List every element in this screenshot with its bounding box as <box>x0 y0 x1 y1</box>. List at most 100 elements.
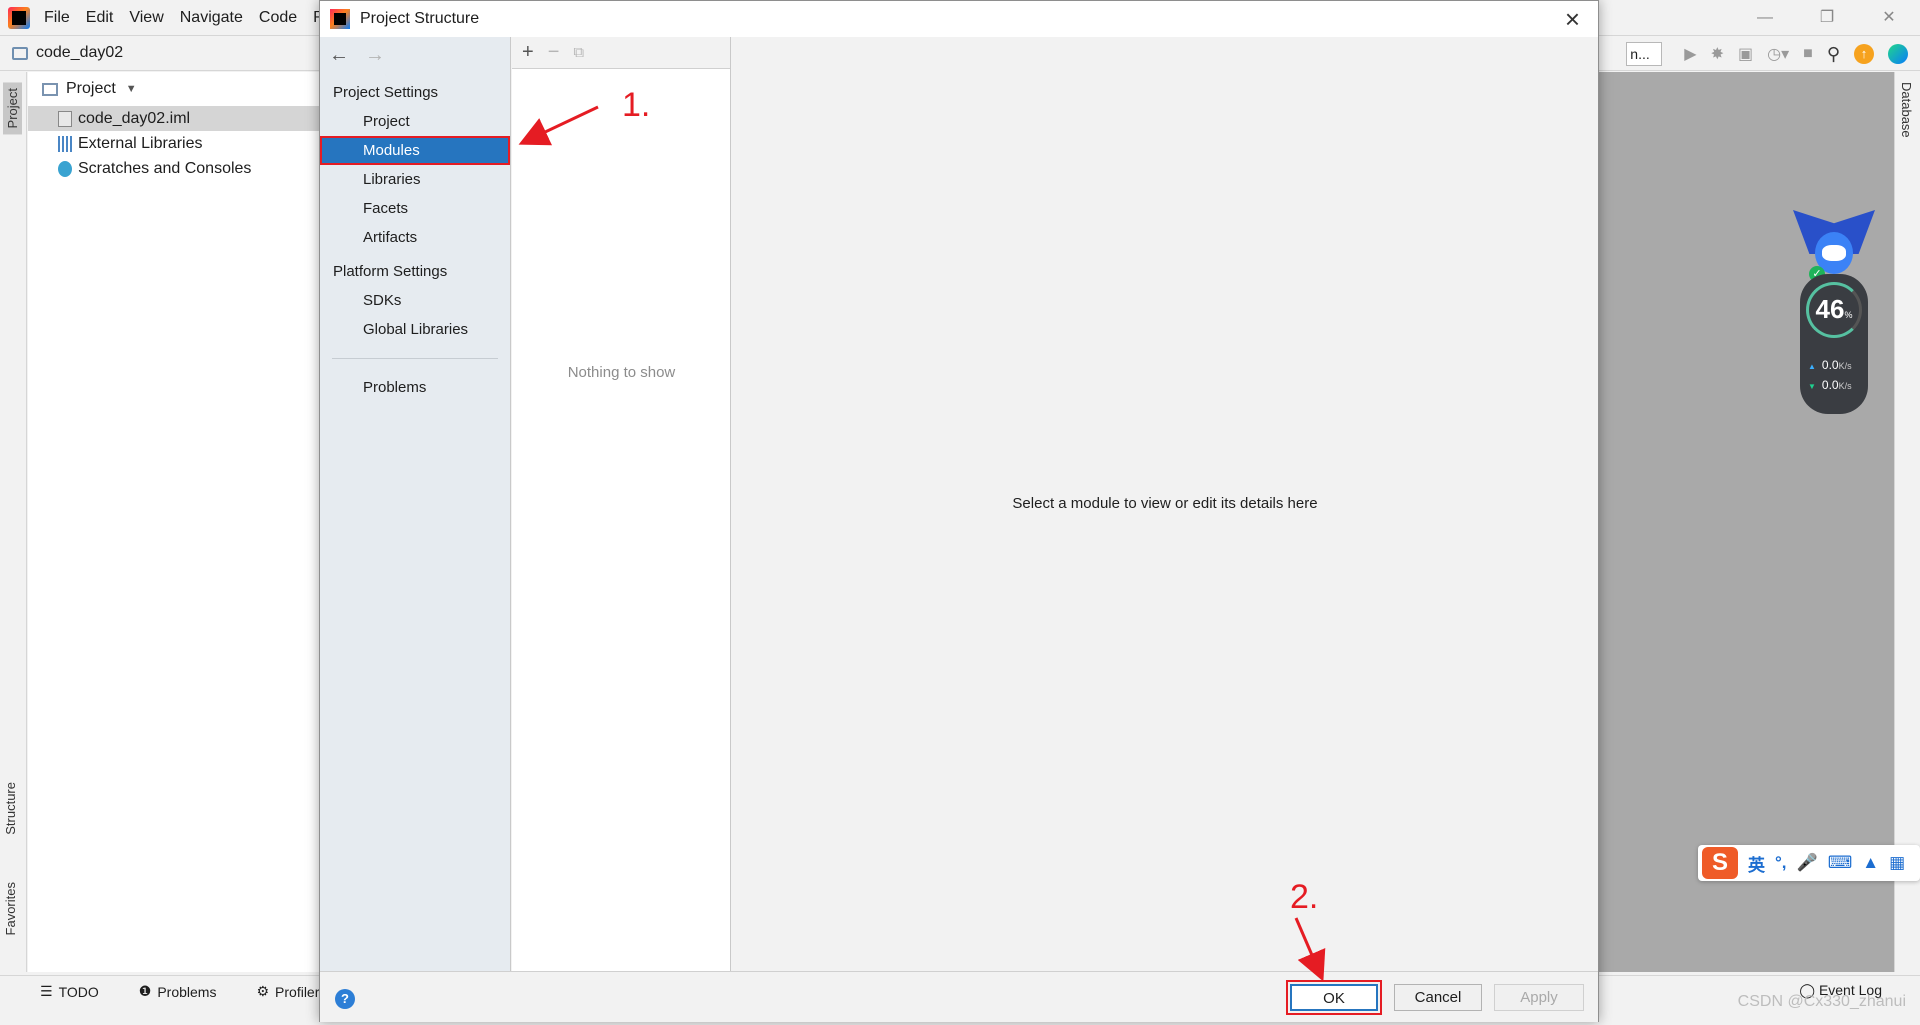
breadcrumb-project[interactable]: code_day02 <box>36 44 123 62</box>
search-icon[interactable]: ⚲ <box>1827 44 1840 65</box>
module-detail-panel: Select a module to view or edit its deta… <box>732 37 1598 971</box>
apply-button[interactable]: Apply <box>1494 984 1584 1011</box>
project-tool-window: Project ▼ code_day02.iml External Librar… <box>28 72 320 972</box>
nav-item-libraries[interactable]: Libraries <box>320 165 510 194</box>
run-config-selector[interactable]: n... <box>1626 42 1663 66</box>
editor-area <box>1598 72 1894 972</box>
module-file-icon <box>58 110 72 127</box>
toolbox-grid-icon[interactable]: ▦ <box>1889 853 1905 873</box>
mascot-icon: ✓ <box>1793 210 1875 282</box>
profile-icon[interactable]: ◷▾ <box>1767 44 1789 64</box>
speed-unit: K/s <box>1838 361 1852 371</box>
usage-percent-unit: % <box>1844 310 1853 320</box>
usage-percent: 46 <box>1815 294 1845 324</box>
list-icon: ☰ <box>40 983 53 999</box>
restore-icon[interactable]: ❐ <box>1796 0 1858 35</box>
scratches-icon <box>58 160 72 177</box>
remove-icon[interactable]: − <box>548 41 560 64</box>
toolbox-icon[interactable] <box>1888 44 1908 64</box>
ok-button[interactable]: OK <box>1286 980 1382 1015</box>
skin-icon[interactable]: ▲ <box>1862 853 1879 873</box>
menu-file[interactable]: File <box>44 9 70 27</box>
settings-nav: ← → Project Settings Project Modules Lib… <box>320 37 511 971</box>
nav-item-global-libraries[interactable]: Global Libraries <box>320 315 510 344</box>
dialog-footer: ? OK Cancel Apply <box>320 971 1598 1022</box>
tree-item-label: Scratches and Consoles <box>78 159 252 177</box>
arrow-left-icon[interactable]: ← <box>329 44 349 67</box>
ime-toolbar: S 英 °, 🎤 ⌨ ▲ ▦ <box>1698 845 1920 881</box>
close-icon[interactable]: × <box>1565 4 1580 34</box>
speed-unit: K/s <box>1838 381 1852 391</box>
main-toolbar: n... ▶ ✸ ▣ ◷▾ ■ ⚲ ↑ <box>1626 36 1920 72</box>
minimize-icon[interactable]: — <box>1734 0 1796 35</box>
update-icon[interactable]: ↑ <box>1854 44 1874 64</box>
project-view-icon <box>42 82 58 96</box>
download-speed: ▼ 0.0K/s <box>1808 378 1852 392</box>
nav-header-platform-settings: Platform Settings <box>333 263 448 280</box>
menu-code[interactable]: Code <box>259 9 297 27</box>
nav-history: ← → <box>320 37 510 73</box>
arrow-right-icon[interactable]: → <box>365 44 385 67</box>
tree-item-label: code_day02.iml <box>78 109 191 127</box>
tree-item-scratches[interactable]: Scratches and Consoles <box>28 156 320 181</box>
help-icon[interactable]: ? <box>335 989 355 1009</box>
gauge-ring: 46% <box>1806 282 1862 338</box>
nav-item-project[interactable]: Project <box>320 107 510 136</box>
ime-language-toggle[interactable]: 英 <box>1748 851 1765 876</box>
menu-navigate[interactable]: Navigate <box>180 9 243 27</box>
cancel-button[interactable]: Cancel <box>1394 984 1482 1011</box>
microphone-icon[interactable]: 🎤 <box>1797 853 1818 873</box>
profiler-icon: ⚙ <box>256 983 270 999</box>
nav-item-modules[interactable]: Modules <box>320 136 510 165</box>
detail-placeholder-text: Select a module to view or edit its deta… <box>1012 495 1318 512</box>
nav-item-sdks[interactable]: SDKs <box>320 286 510 315</box>
chevron-down-icon: ▼ <box>125 83 137 95</box>
upload-arrow-icon: ▲ <box>1808 362 1816 371</box>
tool-tab-label: Problems <box>157 983 217 1000</box>
network-monitor-widget[interactable]: ✓ 46% ▲ 0.0K/s ▼ 0.0K/s <box>1793 210 1875 414</box>
nav-item-artifacts[interactable]: Artifacts <box>320 223 510 252</box>
tool-tab-favorites[interactable]: Favorites <box>3 882 18 935</box>
punctuation-icon[interactable]: °, <box>1775 853 1787 873</box>
module-list-empty-text: Nothing to show <box>567 364 676 381</box>
add-icon[interactable]: + <box>522 41 534 64</box>
copy-icon[interactable]: ⧉ <box>573 44 584 61</box>
module-list-toolbar: + − ⧉ <box>512 37 730 69</box>
annotation-step-2: 2. <box>1290 878 1319 916</box>
tool-tab-label: TODO <box>58 983 99 1000</box>
run-icon[interactable]: ▶ <box>1684 44 1696 64</box>
tool-tab-database[interactable]: Database <box>1899 82 1914 138</box>
close-window-icon[interactable]: ✕ <box>1858 0 1920 35</box>
upload-speed: ▲ 0.0K/s <box>1808 358 1852 372</box>
tree-item-iml[interactable]: code_day02.iml <box>28 106 320 131</box>
sogou-logo-icon[interactable]: S <box>1702 847 1738 879</box>
nav-header-project-settings: Project Settings <box>333 84 439 101</box>
stop-icon[interactable]: ■ <box>1803 45 1813 63</box>
dialog-title: Project Structure <box>360 10 480 27</box>
project-view-selector[interactable]: Project ▼ <box>28 72 320 106</box>
coverage-icon[interactable]: ▣ <box>1738 44 1753 64</box>
keyboard-icon[interactable]: ⌨ <box>1828 853 1853 873</box>
left-tool-strip: Project Structure Favorites <box>0 72 27 972</box>
dialog-titlebar: Project Structure × <box>320 1 1598 37</box>
tree-item-label: External Libraries <box>78 134 203 152</box>
watermark: CSDN @Cx330_zhanui <box>1737 993 1906 1010</box>
menu-view[interactable]: View <box>129 9 163 27</box>
download-arrow-icon: ▼ <box>1808 382 1816 391</box>
intellij-logo-icon <box>330 9 350 29</box>
nav-item-facets[interactable]: Facets <box>320 194 510 223</box>
project-folder-icon <box>12 46 28 60</box>
tool-tab-project[interactable]: Project <box>3 82 22 135</box>
debug-icon[interactable]: ✸ <box>1711 44 1724 64</box>
tool-tab-structure[interactable]: Structure <box>3 782 18 835</box>
tree-item-external-libraries[interactable]: External Libraries <box>28 131 320 156</box>
upload-value: 0.0 <box>1821 358 1839 372</box>
usage-gauge: 46% ▲ 0.0K/s ▼ 0.0K/s <box>1800 274 1868 414</box>
nav-item-problems[interactable]: Problems <box>320 373 510 402</box>
module-list-panel: + − ⧉ Nothing to show <box>512 37 731 971</box>
info-icon: ❶ <box>138 983 152 999</box>
menu-edit[interactable]: Edit <box>86 9 114 27</box>
tool-tab-problems[interactable]: ❶ Problems <box>139 983 217 1000</box>
tool-tab-todo[interactable]: ☰ TODO <box>40 983 99 1000</box>
tool-tab-profiler[interactable]: ⚙ Profiler <box>256 983 319 1000</box>
